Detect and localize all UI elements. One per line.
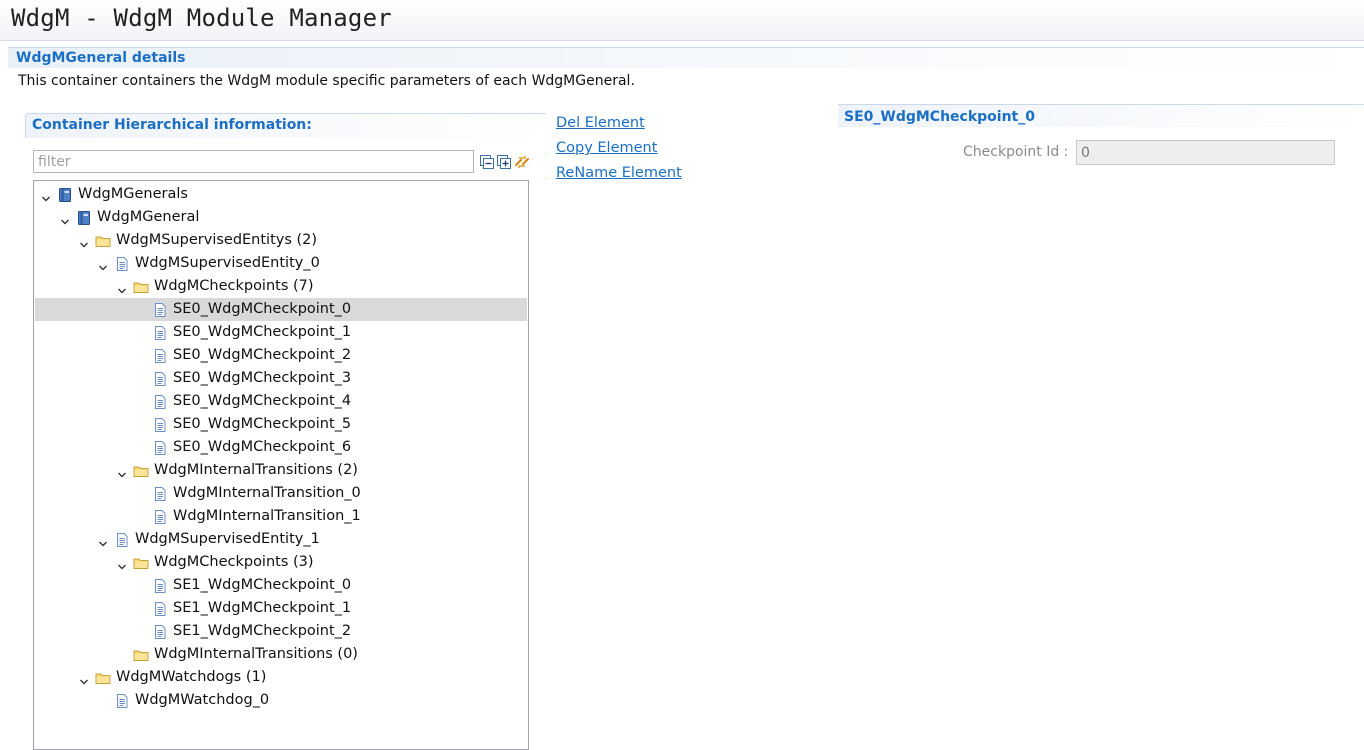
- title-bar: WdgM - WdgM Module Manager: [0, 0, 1364, 41]
- tree-item-label: SE1_WdgMCheckpoint_0: [173, 577, 352, 593]
- folder-icon: [133, 463, 149, 479]
- tree-item-label: WdgMWatchdog_0: [135, 692, 270, 708]
- filter-input[interactable]: [33, 150, 474, 173]
- tree-item[interactable]: WdgMCheckpoints (3): [35, 551, 527, 574]
- chevron-down-icon[interactable]: [79, 235, 89, 248]
- document-icon: [152, 486, 168, 502]
- tree-item[interactable]: WdgMSupervisedEntity_1: [35, 528, 527, 551]
- document-icon: [114, 532, 130, 548]
- tree-item-label: WdgMSupervisedEntity_1: [135, 531, 320, 547]
- tree-item[interactable]: WdgMInternalTransitions (2): [35, 459, 527, 482]
- tree-item-label: SE0_WdgMCheckpoint_0: [173, 301, 352, 317]
- document-icon: [152, 302, 168, 318]
- window-title: WdgM - WdgM Module Manager: [11, 4, 392, 32]
- folder-icon: [133, 555, 149, 571]
- tree-item[interactable]: WdgMGenerals: [35, 183, 527, 206]
- chevron-down-icon[interactable]: [98, 258, 108, 271]
- chevron-down-icon[interactable]: [117, 465, 127, 478]
- chevron-down-icon[interactable]: [79, 672, 89, 685]
- tree-item-label: SE0_WdgMCheckpoint_2: [173, 347, 352, 363]
- tree-item[interactable]: SE0_WdgMCheckpoint_0: [35, 298, 527, 321]
- rename-element-link[interactable]: ReName Element: [556, 165, 682, 181]
- tree-item[interactable]: WdgMInternalTransition_1: [35, 505, 527, 528]
- document-icon: [114, 693, 130, 709]
- tree-item[interactable]: WdgMWatchdogs (1): [35, 666, 527, 689]
- link-sync-icon[interactable]: [514, 154, 530, 168]
- document-icon: [152, 394, 168, 410]
- chevron-down-icon[interactable]: [41, 189, 51, 202]
- document-icon: [152, 371, 168, 387]
- tree-item[interactable]: WdgMSupervisedEntitys (2): [35, 229, 527, 252]
- chevron-down-icon[interactable]: [98, 534, 108, 547]
- folder-icon: [133, 279, 149, 295]
- tree-item-label: WdgMGenerals: [78, 186, 188, 202]
- tree-item-label: WdgMCheckpoints (7): [154, 278, 314, 294]
- tree-item[interactable]: SE0_WdgMCheckpoint_1: [35, 321, 527, 344]
- tree-item[interactable]: SE0_WdgMCheckpoint_5: [35, 413, 527, 436]
- tree-item-label: SE0_WdgMCheckpoint_5: [173, 416, 352, 432]
- tree-item[interactable]: WdgMInternalTransition_0: [35, 482, 527, 505]
- document-icon: [152, 440, 168, 456]
- collapse-all-icon[interactable]: [480, 154, 494, 169]
- section-description: This container containers the WdgM modul…: [18, 73, 635, 89]
- module-icon: [57, 187, 73, 203]
- tree-item-label: SE0_WdgMCheckpoint_1: [173, 324, 352, 340]
- chevron-down-icon[interactable]: [117, 557, 127, 570]
- tree-item[interactable]: WdgMWatchdog_0: [35, 689, 527, 712]
- hierarchy-tree[interactable]: WdgMGenerals WdgMGeneral WdgMSupervisedEnt…: [33, 180, 529, 750]
- tree-item[interactable]: WdgMCheckpoints (7): [35, 275, 527, 298]
- tree-item[interactable]: WdgMGeneral: [35, 206, 527, 229]
- tree-item-label: WdgMInternalTransition_0: [173, 485, 361, 501]
- tree-item-label: SE1_WdgMCheckpoint_2: [173, 623, 352, 639]
- detail-title: SE0_WdgMCheckpoint_0: [844, 109, 1035, 125]
- checkpoint-id-label: Checkpoint Id :: [963, 144, 1069, 160]
- folder-icon: [95, 233, 111, 249]
- module-icon: [76, 210, 92, 226]
- tree-item[interactable]: SE0_WdgMCheckpoint_3: [35, 367, 527, 390]
- copy-element-link[interactable]: Copy Element: [556, 140, 657, 156]
- tree-item[interactable]: WdgMSupervisedEntity_0: [35, 252, 527, 275]
- document-icon: [152, 348, 168, 364]
- tree-item[interactable]: SE0_WdgMCheckpoint_2: [35, 344, 527, 367]
- tree-item-label: WdgMSupervisedEntity_0: [135, 255, 320, 271]
- hierarchy-title: Container Hierarchical information:: [32, 117, 312, 133]
- tree-item-label: SE0_WdgMCheckpoint_6: [173, 439, 352, 455]
- tree-item-label: WdgMSupervisedEntitys (2): [116, 232, 318, 248]
- tree-item[interactable]: SE0_WdgMCheckpoint_4: [35, 390, 527, 413]
- tree-item[interactable]: SE1_WdgMCheckpoint_2: [35, 620, 527, 643]
- tree-item[interactable]: SE0_WdgMCheckpoint_6: [35, 436, 527, 459]
- section-title: WdgMGeneral details: [16, 50, 186, 66]
- del-element-link[interactable]: Del Element: [556, 115, 645, 131]
- tree-item-label: WdgMCheckpoints (3): [154, 554, 314, 570]
- document-icon: [152, 578, 168, 594]
- document-icon: [152, 325, 168, 341]
- tree-item-label: SE0_WdgMCheckpoint_4: [173, 393, 352, 409]
- tree-item-label: WdgMGeneral: [97, 209, 200, 225]
- section-header-bar: [8, 47, 1364, 68]
- document-icon: [114, 256, 130, 272]
- checkpoint-id-field[interactable]: [1076, 140, 1335, 165]
- tree-item[interactable]: SE1_WdgMCheckpoint_0: [35, 574, 527, 597]
- tree-item-label: WdgMInternalTransitions (0): [154, 646, 358, 662]
- document-icon: [152, 509, 168, 525]
- chevron-down-icon[interactable]: [60, 212, 70, 225]
- document-icon: [152, 624, 168, 640]
- chevron-down-icon[interactable]: [117, 281, 127, 294]
- tree-item-label: WdgMWatchdogs (1): [116, 669, 267, 685]
- folder-icon: [95, 670, 111, 686]
- tree-item-label: WdgMInternalTransition_1: [173, 508, 361, 524]
- tree-item[interactable]: SE1_WdgMCheckpoint_1: [35, 597, 527, 620]
- tree-item-label: SE1_WdgMCheckpoint_1: [173, 600, 352, 616]
- tree-item[interactable]: WdgMInternalTransitions (0): [35, 643, 527, 666]
- expand-all-icon[interactable]: [497, 154, 511, 169]
- tree-item-label: WdgMInternalTransitions (2): [154, 462, 358, 478]
- document-icon: [152, 601, 168, 617]
- tree-item-label: SE0_WdgMCheckpoint_3: [173, 370, 352, 386]
- folder-icon: [133, 647, 149, 663]
- document-icon: [152, 417, 168, 433]
